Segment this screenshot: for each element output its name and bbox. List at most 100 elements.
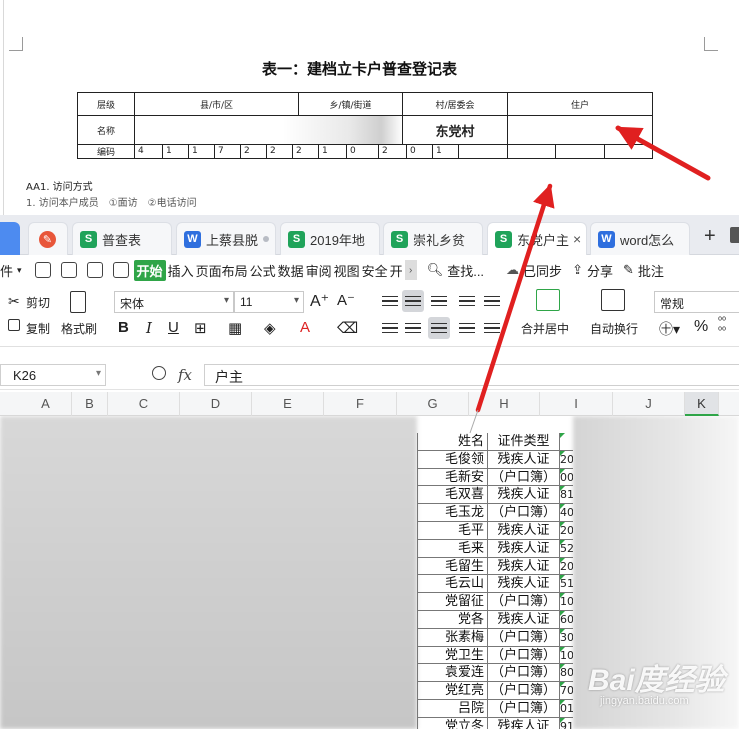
tab-wps-app[interactable]: ✎ bbox=[28, 222, 68, 255]
tab-overflow-icon[interactable] bbox=[730, 227, 739, 243]
id-type-cell[interactable]: 证件类型 bbox=[488, 433, 560, 451]
id-number-cell[interactable]: 40 bbox=[560, 504, 573, 522]
id-type-cell[interactable]: 残疾人证 bbox=[488, 450, 560, 469]
id-type-cell[interactable]: 残疾人证 bbox=[488, 611, 560, 629]
menu-file-chevron-icon[interactable]: ▾ bbox=[17, 265, 22, 276]
fill-color-icon[interactable]: ◈ bbox=[264, 319, 276, 337]
column-header[interactable]: G bbox=[397, 392, 469, 416]
id-number-cell[interactable]: 10 bbox=[560, 646, 573, 665]
zoom-search-icon[interactable] bbox=[152, 366, 166, 380]
menu-item-8[interactable]: 开 bbox=[390, 261, 403, 280]
column-header[interactable]: D bbox=[180, 392, 252, 416]
italic-icon[interactable]: I bbox=[146, 319, 152, 337]
column-header[interactable]: A bbox=[20, 392, 72, 416]
id-type-cell[interactable]: （户口簿） bbox=[488, 682, 560, 700]
tab-2[interactable]: S 2019年地 bbox=[280, 222, 380, 255]
tab-4[interactable]: S 东党户主 × bbox=[487, 222, 587, 255]
menu-item-0[interactable]: 开始 bbox=[133, 259, 166, 281]
share-button[interactable]: 分享 bbox=[587, 261, 613, 280]
id-type-cell[interactable]: 残疾人证 bbox=[488, 717, 560, 729]
id-type-cell[interactable]: （户口簿） bbox=[488, 700, 560, 718]
font-size-select[interactable]: 11 bbox=[234, 291, 304, 313]
name-cell[interactable]: 毛留生 bbox=[417, 557, 488, 576]
font-family-select[interactable]: 宋体 bbox=[114, 291, 234, 313]
id-number-cell[interactable]: 20 bbox=[560, 522, 573, 540]
menu-scroll-right-icon[interactable]: › bbox=[404, 260, 417, 280]
column-header[interactable]: I bbox=[540, 392, 613, 416]
align-left-icon[interactable] bbox=[379, 317, 401, 339]
column-header[interactable]: B bbox=[72, 392, 108, 416]
home-tab-button[interactable] bbox=[0, 222, 20, 255]
id-number-cell[interactable]: 30 bbox=[560, 628, 573, 647]
annotate-button[interactable]: 批注 bbox=[638, 261, 664, 280]
decrease-indent-icon[interactable] bbox=[456, 290, 478, 312]
name-cell[interactable]: 党各 bbox=[417, 611, 488, 629]
close-tab-icon[interactable]: × bbox=[573, 231, 581, 247]
id-number-cell[interactable]: 51 bbox=[560, 575, 573, 594]
cut-button[interactable]: 剪切 bbox=[26, 294, 50, 311]
border-icon[interactable]: ⊞ bbox=[194, 319, 207, 337]
id-number-cell[interactable]: 01 bbox=[560, 700, 573, 718]
justify-icon[interactable] bbox=[456, 317, 478, 339]
copy-button[interactable]: 复制 bbox=[26, 320, 50, 337]
merge-center-button[interactable]: 合并居中 bbox=[521, 320, 569, 337]
print-preview-icon[interactable] bbox=[112, 262, 129, 278]
search-icon[interactable]: 🔍︎ bbox=[427, 262, 444, 278]
wrap-text-icon[interactable] bbox=[601, 289, 625, 311]
print-icon[interactable] bbox=[86, 262, 103, 278]
id-number-cell[interactable]: 20 bbox=[560, 557, 573, 576]
name-cell[interactable]: 袁爱连 bbox=[417, 664, 488, 683]
id-type-cell[interactable]: （户口簿） bbox=[488, 593, 560, 611]
distributed-align-icon[interactable] bbox=[481, 317, 503, 339]
column-header[interactable]: F bbox=[324, 392, 397, 416]
id-type-cell[interactable]: 残疾人证 bbox=[488, 486, 560, 505]
column-header[interactable]: H bbox=[469, 392, 540, 416]
id-number-cell[interactable] bbox=[560, 433, 573, 451]
increase-indent-icon[interactable] bbox=[481, 290, 503, 312]
column-header[interactable]: C bbox=[108, 392, 180, 416]
name-cell[interactable]: 毛云山 bbox=[417, 575, 488, 594]
name-cell[interactable]: 毛双喜 bbox=[417, 486, 488, 505]
new-tab-plus-icon[interactable]: + bbox=[704, 225, 716, 248]
number-format-select[interactable]: 常规 bbox=[654, 291, 739, 313]
tab-3[interactable]: S 崇礼乡贫 bbox=[383, 222, 483, 255]
font-color-icon[interactable]: A bbox=[300, 319, 310, 336]
id-number-cell[interactable]: 52 bbox=[560, 539, 573, 558]
name-cell[interactable]: 张素梅 bbox=[417, 628, 488, 647]
tab-1[interactable]: W 上蔡县脱 bbox=[176, 222, 276, 255]
format-painter-icon[interactable] bbox=[70, 291, 86, 313]
id-type-cell[interactable]: 残疾人证 bbox=[488, 575, 560, 594]
id-number-cell[interactable]: 10 bbox=[560, 593, 573, 611]
column-header[interactable]: E bbox=[252, 392, 324, 416]
id-number-cell[interactable]: 60 bbox=[560, 611, 573, 629]
tab-0[interactable]: S 普查表 bbox=[72, 222, 172, 255]
name-cell[interactable]: 党立冬 bbox=[417, 717, 488, 729]
id-number-cell[interactable]: 70 bbox=[560, 682, 573, 700]
menu-item-1[interactable]: 插入 bbox=[168, 261, 194, 280]
name-cell[interactable]: 党红亮 bbox=[417, 682, 488, 700]
id-type-cell[interactable]: 残疾人证 bbox=[488, 557, 560, 576]
wrap-text-button[interactable]: 自动换行 bbox=[590, 320, 638, 337]
id-number-cell[interactable]: 00 bbox=[560, 468, 573, 487]
id-number-cell[interactable]: 81 bbox=[560, 486, 573, 505]
align-top-icon[interactable] bbox=[379, 290, 401, 312]
menu-item-2[interactable]: 页面布局 bbox=[196, 261, 248, 280]
align-middle-icon[interactable] bbox=[402, 290, 424, 312]
name-cell[interactable]: 吕院 bbox=[417, 700, 488, 718]
menu-item-7[interactable]: 安全 bbox=[362, 261, 388, 280]
search-command[interactable]: 查找... bbox=[447, 261, 484, 280]
menu-item-3[interactable]: 公式 bbox=[250, 261, 276, 280]
fx-icon[interactable]: fx bbox=[178, 366, 192, 384]
menu-item-4[interactable]: 数据 bbox=[278, 261, 304, 280]
name-cell[interactable]: 党留征 bbox=[417, 593, 488, 611]
align-right-icon[interactable] bbox=[428, 317, 450, 339]
format-painter-button[interactable]: 格式刷 bbox=[61, 320, 97, 337]
align-center-icon[interactable] bbox=[402, 317, 424, 339]
column-header[interactable]: J bbox=[613, 392, 685, 416]
id-type-cell[interactable]: 残疾人证 bbox=[488, 522, 560, 540]
tab-5[interactable]: Wword怎么 bbox=[590, 222, 690, 255]
decrease-font-icon[interactable]: A⁻ bbox=[337, 291, 355, 309]
align-bottom-icon[interactable] bbox=[428, 290, 450, 312]
id-type-cell[interactable]: （户口簿） bbox=[488, 504, 560, 522]
name-cell[interactable]: 毛来 bbox=[417, 539, 488, 558]
